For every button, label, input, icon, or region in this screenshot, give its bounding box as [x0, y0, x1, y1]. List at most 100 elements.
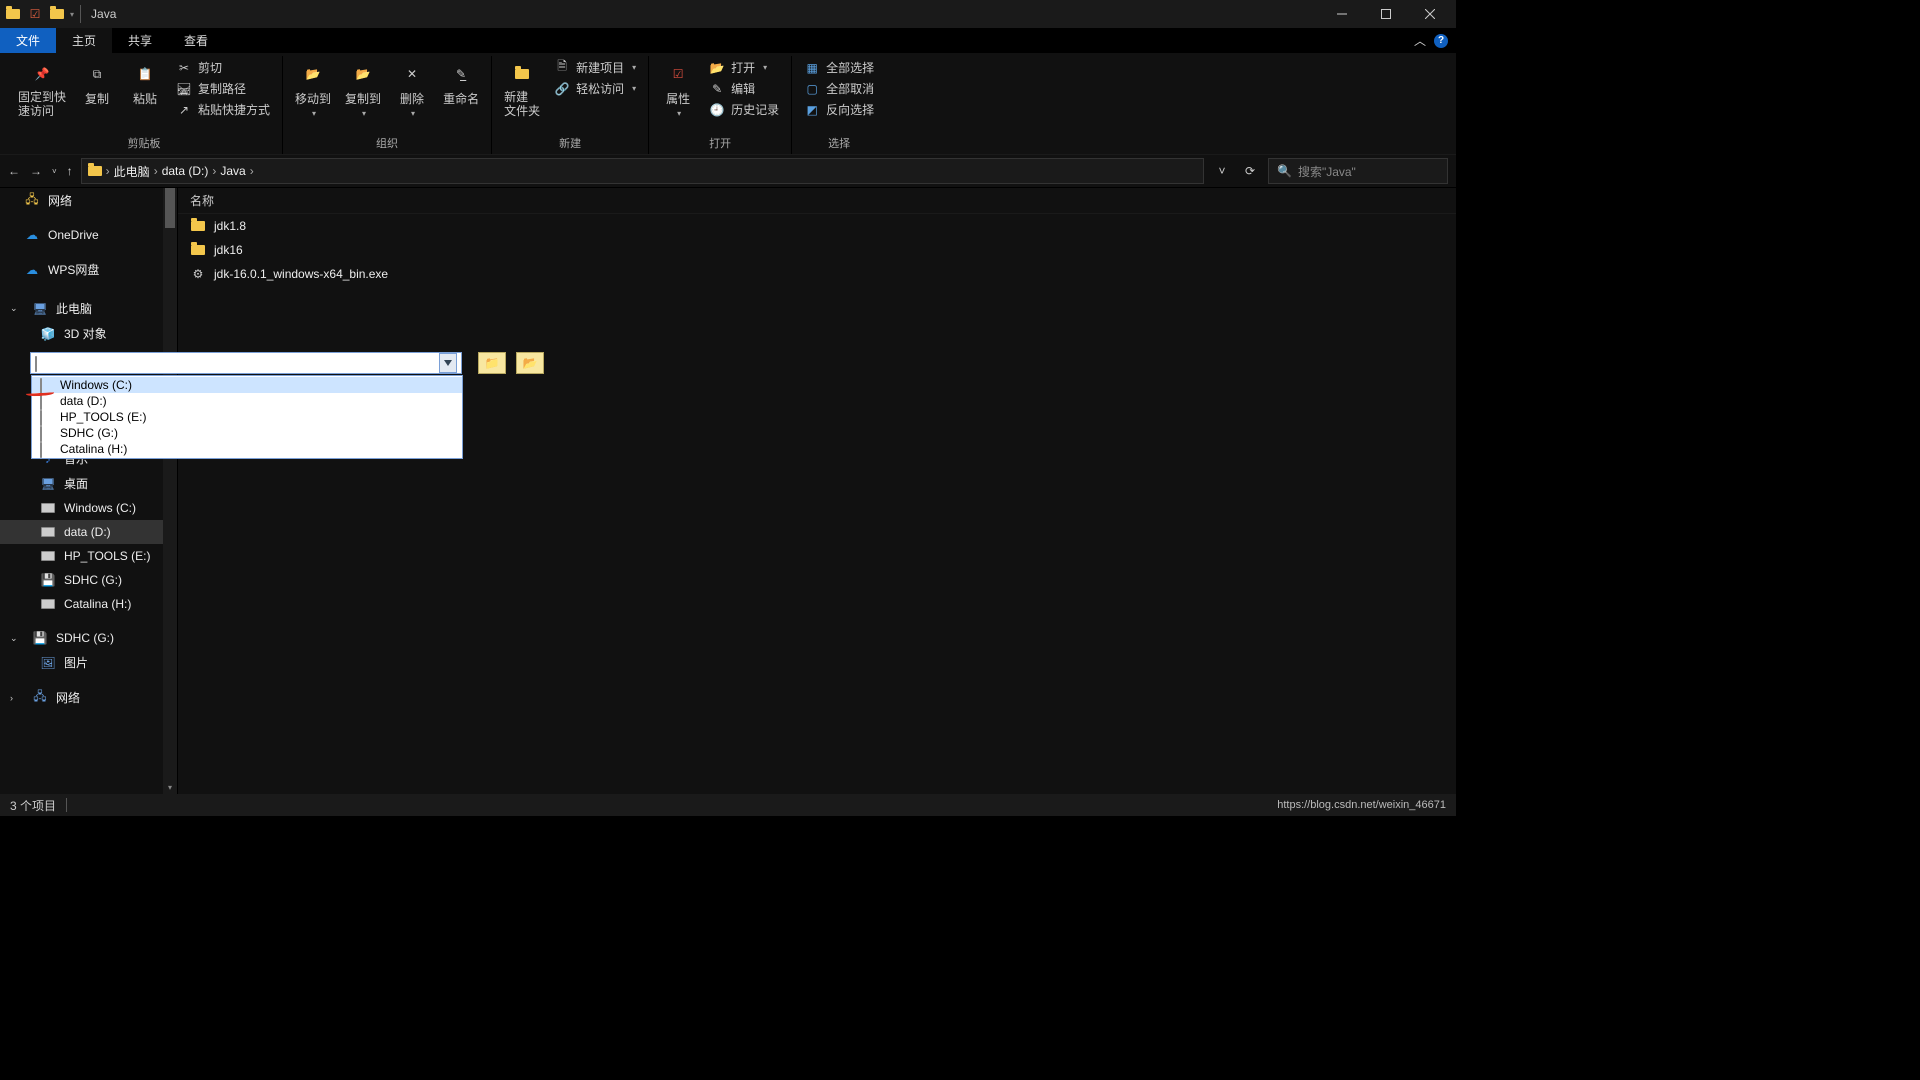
minimize-button[interactable]: [1320, 0, 1364, 28]
combo-dropdown[interactable]: Windows (C:) data (D:) HP_TOOLS (E:) SDH…: [31, 375, 463, 459]
help-icon[interactable]: ?: [1434, 34, 1448, 48]
file-list[interactable]: 名称 jdk1.8 jdk16 ⚙jdk-16.0.1_windows-x64_…: [178, 188, 1456, 794]
new-folder-button[interactable]: 新建 文件夹: [500, 56, 544, 119]
up-folder-button[interactable]: 📁: [478, 352, 506, 374]
new-item-icon: 🗎: [554, 60, 570, 76]
drive-icon: [40, 379, 54, 391]
new-item-button[interactable]: 🗎新建项目▾: [550, 58, 640, 77]
qat-folder-icon[interactable]: [4, 5, 22, 23]
group-select: ▦全部选择 ▢全部取消 ◩反向选择 选择: [792, 56, 886, 154]
folder-up-icon: 📁: [485, 356, 500, 370]
drive-icon: [40, 524, 56, 540]
rename-icon: ✎̲: [447, 60, 475, 88]
edit-button[interactable]: ✎编辑: [705, 79, 783, 98]
main: 🖧网络 ☁OneDrive ☁WPS网盘 ⌄🖥此电脑 🧊3D 对象 🎞视频 🖼图…: [0, 188, 1456, 794]
open-button[interactable]: 📂打开▾: [705, 58, 783, 77]
tab-view[interactable]: 查看: [168, 28, 224, 53]
tree-wps[interactable]: ☁WPS网盘: [0, 257, 177, 282]
refresh-icon[interactable]: ⟳: [1240, 164, 1260, 178]
nav-up-icon[interactable]: ↑: [67, 164, 73, 178]
address-dropdown-icon[interactable]: ˅: [1212, 164, 1232, 178]
nav-tree[interactable]: 🖧网络 ☁OneDrive ☁WPS网盘 ⌄🖥此电脑 🧊3D 对象 🎞视频 🖼图…: [0, 188, 178, 794]
tree-sdhc2[interactable]: ⌄💾SDHC (G:): [0, 626, 177, 650]
expander-icon[interactable]: ⌄: [10, 633, 20, 644]
folder-new-icon: 📂: [523, 356, 538, 370]
ribbon-collapse-icon[interactable]: ︿: [1414, 32, 1426, 49]
tree-pictures2[interactable]: 🖼图片: [0, 650, 177, 675]
list-item[interactable]: ⚙jdk-16.0.1_windows-x64_bin.exe: [178, 262, 1456, 286]
list-header-name[interactable]: 名称: [178, 188, 1456, 214]
select-all-button[interactable]: ▦全部选择: [800, 58, 878, 77]
search-input[interactable]: 🔍 搜索"Java": [1268, 158, 1448, 184]
rename-button[interactable]: ✎̲重命名: [439, 56, 483, 107]
combo-value: Windows (C:): [53, 356, 125, 370]
combo-option[interactable]: data (D:): [32, 393, 462, 409]
list-item[interactable]: jdk16: [178, 238, 1456, 262]
new-folder-icon: [508, 60, 536, 88]
easy-access-button[interactable]: 🔗轻松访问▾: [550, 79, 640, 98]
pin-button[interactable]: 📌 固定到快 速访问: [14, 56, 70, 119]
copy-to-button[interactable]: 📂复制到▾: [341, 56, 385, 118]
tree-catalina-h[interactable]: Catalina (H:): [0, 592, 177, 616]
copy-button[interactable]: ⧉ 复制: [76, 56, 118, 107]
combo-option[interactable]: Windows (C:): [32, 377, 462, 393]
new-folder-button[interactable]: 📂: [516, 352, 544, 374]
lookin-combo[interactable]: Windows (C:) Windows (C:) data (D:) HP_T…: [30, 352, 462, 374]
tree-thispc[interactable]: ⌄🖥此电脑: [0, 296, 177, 321]
tree-scrollbar[interactable]: ▴ ▾: [163, 188, 177, 794]
paste-icon: 📋: [131, 60, 159, 88]
ribbon-tabs: 文件 主页 共享 查看 ︿ ?: [0, 28, 1456, 54]
delete-button[interactable]: ✕删除▾: [391, 56, 433, 118]
scroll-thumb[interactable]: [165, 188, 175, 228]
select-none-button[interactable]: ▢全部取消: [800, 79, 878, 98]
cloud-icon: ☁: [24, 227, 40, 243]
tree-data-d[interactable]: data (D:): [0, 520, 177, 544]
crumb-data[interactable]: data (D:): [162, 164, 209, 178]
properties-button[interactable]: ☑属性▾: [657, 56, 699, 118]
cut-button[interactable]: ✂剪切: [172, 58, 274, 77]
close-button[interactable]: [1408, 0, 1452, 28]
address-bar[interactable]: › 此电脑 › data (D:) › Java ›: [81, 158, 1204, 184]
tree-desktop[interactable]: 🖥桌面: [0, 471, 177, 496]
history-button[interactable]: 🕘历史记录: [705, 100, 783, 119]
crumb-java[interactable]: Java: [220, 164, 245, 178]
group-new: 新建 文件夹 🗎新建项目▾ 🔗轻松访问▾ 新建: [492, 56, 649, 154]
move-to-button[interactable]: 📂移动到▾: [291, 56, 335, 118]
group-label: 剪贴板: [128, 133, 161, 154]
tree-network-top[interactable]: 🖧网络: [0, 188, 177, 213]
qat-check-icon[interactable]: ☑: [26, 5, 44, 23]
nav-recent-icon[interactable]: ˅: [52, 167, 57, 176]
tab-file[interactable]: 文件: [0, 28, 56, 53]
combo-option[interactable]: HP_TOOLS (E:): [32, 409, 462, 425]
tree-hptools-e[interactable]: HP_TOOLS (E:): [0, 544, 177, 568]
scroll-down-icon[interactable]: ▾: [163, 780, 177, 794]
paste-button[interactable]: 📋 粘贴: [124, 56, 166, 107]
invert-button[interactable]: ◩反向选择: [800, 100, 878, 119]
folder-icon: [190, 218, 206, 234]
paste-shortcut-button[interactable]: ↗粘贴快捷方式: [172, 100, 274, 119]
tab-share[interactable]: 共享: [112, 28, 168, 53]
nav-back-icon[interactable]: ←: [8, 164, 20, 178]
tree-onedrive[interactable]: ☁OneDrive: [0, 223, 177, 247]
ribbon: 📌 固定到快 速访问 ⧉ 复制 📋 粘贴 ✂剪切 🛤复制路径 ↗粘贴快捷方式 剪…: [0, 54, 1456, 154]
combo-option[interactable]: Catalina (H:): [32, 441, 462, 457]
nav-forward-icon[interactable]: →: [30, 164, 42, 178]
tree-3dobjects[interactable]: 🧊3D 对象: [0, 321, 177, 346]
copy-path-button[interactable]: 🛤复制路径: [172, 79, 274, 98]
combo-option[interactable]: SDHC (G:): [32, 425, 462, 441]
network-icon: 🖧: [32, 690, 48, 706]
picture-icon: 🖼: [40, 655, 56, 671]
tree-windows-c[interactable]: Windows (C:): [0, 496, 177, 520]
expander-icon[interactable]: ›: [10, 693, 20, 703]
tree-network-bottom[interactable]: ›🖧网络: [0, 685, 177, 710]
crumb-thispc[interactable]: 此电脑: [114, 163, 150, 180]
combo-arrow-icon[interactable]: [439, 353, 457, 373]
tab-home[interactable]: 主页: [56, 28, 112, 53]
expander-icon[interactable]: ⌄: [10, 303, 20, 314]
qat-folder2-icon[interactable]: [48, 5, 66, 23]
list-item[interactable]: jdk1.8: [178, 214, 1456, 238]
cloud-icon: ☁: [24, 262, 40, 278]
copyto-icon: 📂: [349, 60, 377, 88]
tree-sdhc-g[interactable]: 💾SDHC (G:): [0, 568, 177, 592]
maximize-button[interactable]: [1364, 0, 1408, 28]
